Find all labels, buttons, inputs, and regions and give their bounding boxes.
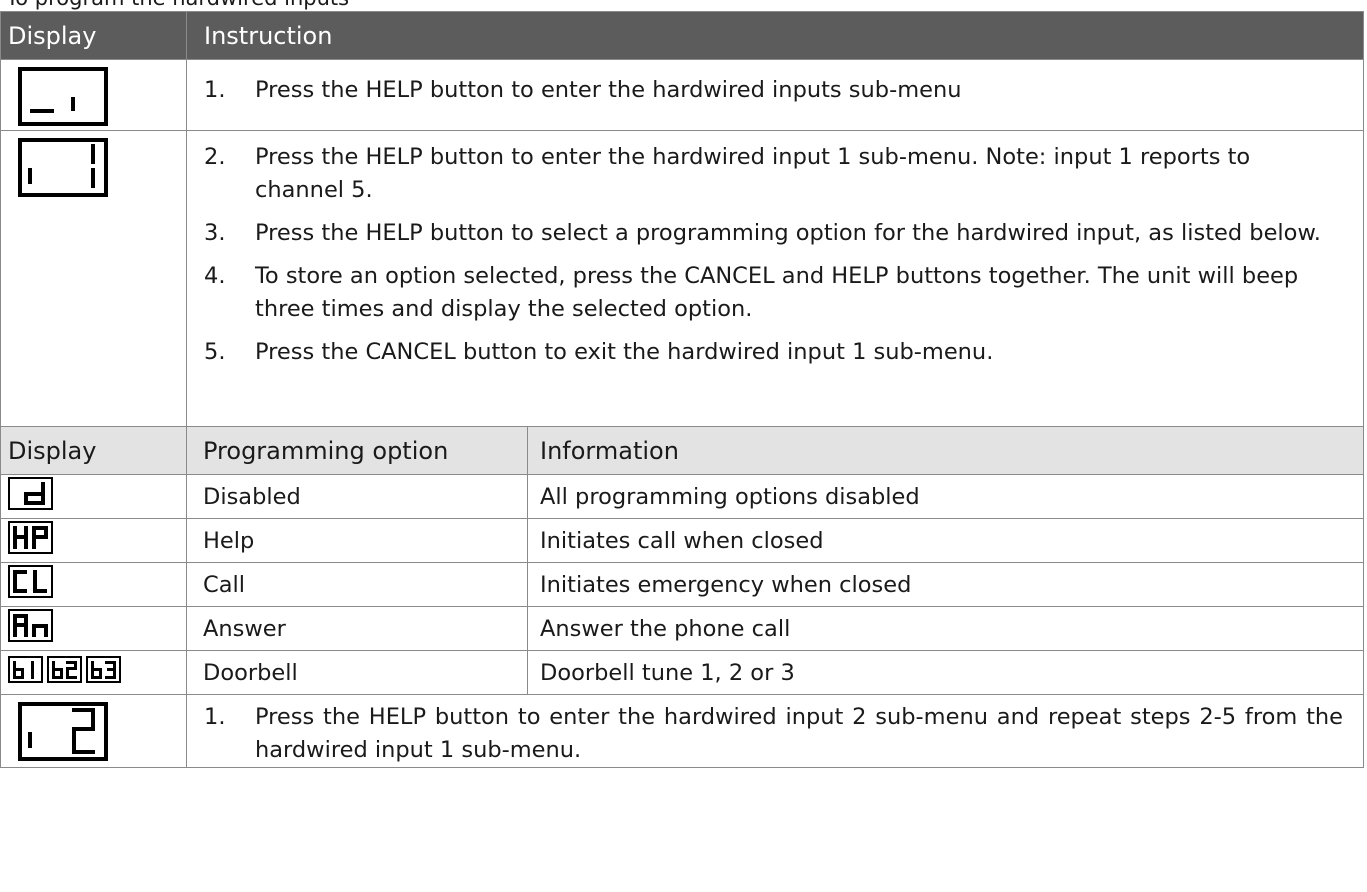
display-cell <box>0 474 187 519</box>
header-information: Information <box>526 426 1365 475</box>
option-name: Doorbell <box>186 650 528 695</box>
display-cell <box>0 606 187 651</box>
option-row-help: Help Initiates call when closed <box>0 518 1365 563</box>
lcd-display-CL-icon <box>8 565 53 598</box>
option-row-disabled: Disabled All programming options disable… <box>0 474 1365 519</box>
option-row-answer: Answer Answer the phone call <box>0 606 1365 651</box>
header-display: Display <box>0 11 187 60</box>
display-cell <box>0 59 187 131</box>
option-information: Initiates emergency when closed <box>526 562 1365 607</box>
cut-off-heading: To program the hardwired inputs <box>6 0 349 10</box>
display-cell <box>0 518 187 563</box>
header-programming-option: Programming option <box>186 426 528 475</box>
instruction-cell: 1. Press the HELP button to enter the har… <box>185 59 1365 131</box>
option-name: Answer <box>186 606 528 651</box>
display-cell <box>0 130 187 427</box>
programming-table: Display Instruction 1. Press the HELP but… <box>0 11 1365 768</box>
instruction-row-2: 2. Press the HELP button to enter the har… <box>0 130 1365 427</box>
instruction-cell: 2. Press the HELP button to enter the har… <box>185 130 1365 427</box>
lcd-display-b3-icon <box>86 656 121 683</box>
step-item: 1. Press the HELP button to enter the har… <box>204 704 1344 763</box>
lcd-display-i-1-icon <box>18 138 108 197</box>
instruction-header-row: Display Instruction <box>0 11 1365 60</box>
lcd-display-b2-icon <box>47 656 82 683</box>
display-cell <box>0 694 187 768</box>
option-information: Doorbell tune 1, 2 or 3 <box>526 650 1365 695</box>
step-item: 2. Press the HELP button to enter the har… <box>204 144 1251 203</box>
option-information: Answer the phone call <box>526 606 1365 651</box>
lcd-display-d-icon <box>8 477 53 510</box>
step-item: 1. Press the HELP button to enter the har… <box>204 77 962 103</box>
display-cell <box>0 562 187 607</box>
option-name: Help <box>186 518 528 563</box>
lcd-display-underscore-i-icon <box>18 67 108 126</box>
instruction-cell: 1. Press the HELP button to enter the har… <box>185 694 1365 768</box>
instruction-row-1: 1. Press the HELP button to enter the har… <box>0 59 1365 131</box>
options-header-row: Display Programming option Information <box>0 426 1365 475</box>
lcd-display-An-icon <box>8 609 53 642</box>
lcd-display-HP-icon <box>8 521 53 554</box>
option-name: Disabled <box>186 474 528 519</box>
option-row-doorbell: Doorbell Doorbell tune 1, 2 or 3 <box>0 650 1365 695</box>
display-cell <box>0 650 187 695</box>
header-instruction: Instruction <box>185 11 1365 60</box>
option-name: Call <box>186 562 528 607</box>
header-display: Display <box>0 426 187 475</box>
step-item: 5. Press the CANCEL button to exit the ha… <box>204 339 994 365</box>
lcd-display-i-2-icon <box>18 702 108 761</box>
step-item: 3. Press the HELP button to select a prog… <box>204 220 1321 246</box>
instruction-row-3: 1. Press the HELP button to enter the har… <box>0 694 1365 768</box>
option-information: Initiates call when closed <box>526 518 1365 563</box>
step-item: 4. To store an option selected, press the… <box>204 263 1299 322</box>
option-information: All programming options disabled <box>526 474 1365 519</box>
lcd-display-b1-icon <box>8 656 43 683</box>
option-row-call: Call Initiates emergency when closed <box>0 562 1365 607</box>
